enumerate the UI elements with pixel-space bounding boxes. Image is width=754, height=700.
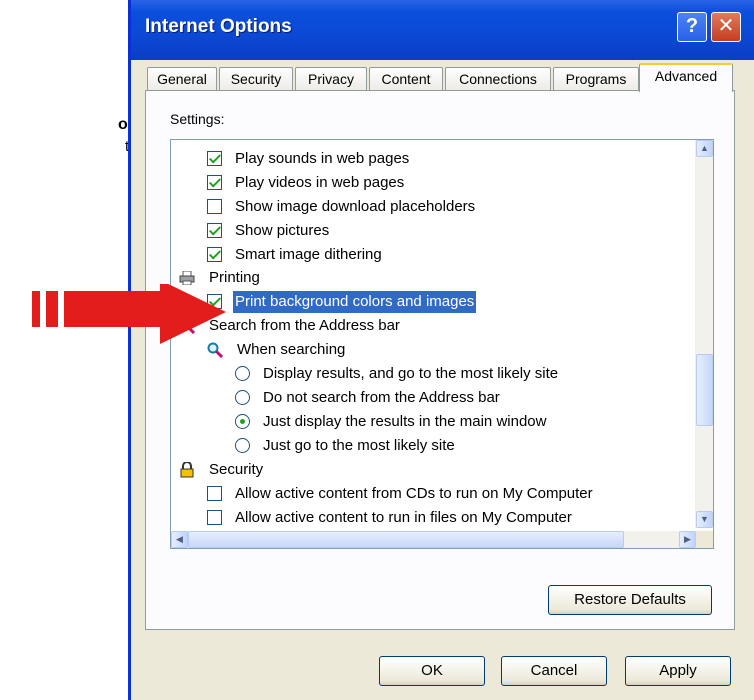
help-button[interactable]: ? bbox=[677, 12, 707, 42]
radio-do-not-search[interactable] bbox=[235, 390, 250, 405]
horizontal-scrollbar[interactable]: ◀ ▶ bbox=[171, 531, 697, 548]
radio-just-go[interactable] bbox=[235, 438, 250, 453]
tab-general[interactable]: General bbox=[147, 67, 217, 91]
cancel-button[interactable]: Cancel bbox=[501, 656, 607, 686]
settings-list[interactable]: Play sounds in web pages Play videos in … bbox=[170, 139, 714, 549]
settings-label: Settings: bbox=[170, 111, 225, 127]
tab-advanced[interactable]: Advanced bbox=[639, 63, 733, 92]
apply-button[interactable]: Apply bbox=[625, 656, 731, 686]
checkbox-show-placeholders[interactable] bbox=[207, 199, 222, 214]
tab-security[interactable]: Security bbox=[219, 67, 293, 91]
vertical-scroll-thumb[interactable] bbox=[696, 354, 713, 426]
checkbox-play-sounds[interactable] bbox=[207, 151, 222, 166]
pointer-arrow bbox=[32, 284, 226, 344]
horizontal-scroll-thumb[interactable] bbox=[188, 531, 624, 548]
ok-button[interactable]: OK bbox=[379, 656, 485, 686]
internet-options-window: Internet Options ? ✕ General Security Pr… bbox=[128, 0, 754, 700]
scroll-down-button[interactable]: ▼ bbox=[696, 511, 713, 528]
advanced-panel: Settings: Play sounds in web pages Play … bbox=[145, 90, 735, 630]
radio-display-results[interactable] bbox=[235, 366, 250, 381]
scroll-right-button[interactable]: ▶ bbox=[679, 531, 696, 548]
magnifier-icon bbox=[207, 342, 223, 358]
checkbox-allow-local-content[interactable] bbox=[207, 510, 222, 525]
tab-privacy[interactable]: Privacy bbox=[295, 67, 367, 91]
vertical-scrollbar[interactable]: ▲ ▼ bbox=[695, 140, 713, 528]
title-bar: Internet Options ? ✕ bbox=[131, 0, 754, 60]
checkbox-allow-cd-content[interactable] bbox=[207, 486, 222, 501]
close-button[interactable]: ✕ bbox=[711, 12, 741, 42]
tab-connections[interactable]: Connections bbox=[445, 67, 551, 91]
checkbox-smart-dithering[interactable] bbox=[207, 247, 222, 262]
checkbox-show-pictures[interactable] bbox=[207, 223, 222, 238]
window-title: Internet Options bbox=[145, 16, 292, 37]
tab-programs[interactable]: Programs bbox=[553, 67, 639, 91]
printer-icon bbox=[179, 271, 195, 285]
scroll-corner bbox=[696, 531, 713, 548]
tab-content[interactable]: Content bbox=[369, 67, 443, 91]
restore-defaults-button[interactable]: Restore Defaults bbox=[548, 585, 712, 615]
scroll-up-button[interactable]: ▲ bbox=[696, 140, 713, 157]
radio-just-display[interactable] bbox=[235, 414, 250, 429]
lock-icon bbox=[180, 462, 194, 478]
checkbox-play-videos[interactable] bbox=[207, 175, 222, 190]
scroll-left-button[interactable]: ◀ bbox=[171, 531, 188, 548]
